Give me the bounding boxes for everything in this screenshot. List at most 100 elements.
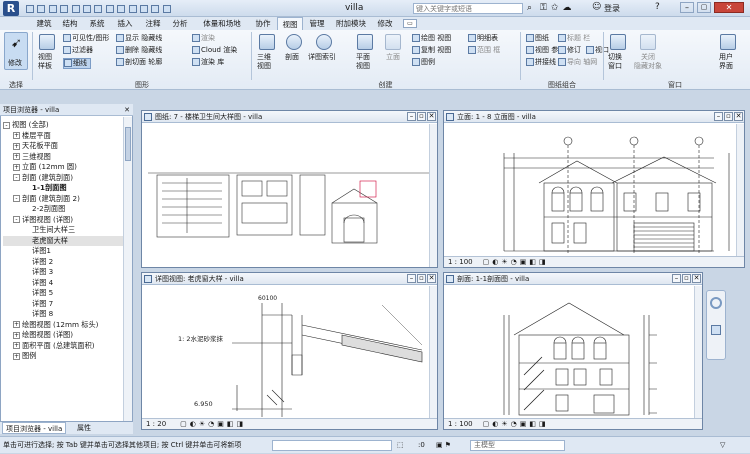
- view-control-bar[interactable]: 1 : 20 ▢◐☀◔▣◧◨: [142, 418, 437, 429]
- callout-icon[interactable]: [316, 34, 332, 50]
- view-scrollbar[interactable]: [694, 286, 702, 418]
- tab-view[interactable]: 视图: [277, 17, 303, 30]
- section-icon[interactable]: [286, 34, 302, 50]
- drafting-view-button[interactable]: 绘图 视图: [412, 34, 451, 43]
- status-icons[interactable]: ▣⚑: [436, 437, 453, 454]
- view-control-bar[interactable]: 1 : 100 ▢◐☀◔▣◧◨: [444, 256, 744, 267]
- zoom-icon[interactable]: [711, 325, 721, 335]
- tab-add-ins[interactable]: 附加模块: [331, 17, 371, 30]
- view-scrollbar[interactable]: [736, 124, 744, 256]
- tab-structure[interactable]: 结构: [58, 17, 82, 30]
- switch-windows-button[interactable]: 切换 窗口: [608, 53, 622, 71]
- close-button[interactable]: ✕: [692, 274, 701, 283]
- browser-scrollbar[interactable]: [123, 117, 132, 421]
- tab-insert[interactable]: 插入: [113, 17, 137, 30]
- tab-analyze[interactable]: 分析: [168, 17, 192, 30]
- tree-item[interactable]: 卫生间大样三: [3, 225, 123, 236]
- minimize-button[interactable]: –: [714, 112, 723, 121]
- tree-item[interactable]: 详图 8: [3, 309, 123, 320]
- view-section-1-1[interactable]: 剖面: 1-1剖面图 - villa – ▫ ✕ 1 : 100 ▢◐☀◔▣◧◨: [443, 272, 703, 430]
- close-hidden-button[interactable]: 关闭 隐藏对象: [634, 53, 662, 71]
- tree-item[interactable]: - 剖面 (建筑剖面 2): [3, 194, 123, 205]
- tree-item[interactable]: + 图例: [3, 351, 123, 362]
- elevation-button[interactable]: 立面: [386, 53, 400, 62]
- view-scale[interactable]: 1 : 100: [448, 258, 473, 266]
- remove-hidden-lines-button[interactable]: 删除 隐藏线: [116, 46, 162, 55]
- duplicate-view-button[interactable]: 复制 视图: [412, 46, 451, 55]
- visibility-graphics-button[interactable]: 可见性/图形: [63, 34, 109, 43]
- save-icon[interactable]: [37, 5, 46, 13]
- help-infocenter-icons[interactable]: ⚿✩☁: [540, 3, 575, 13]
- tree-item[interactable]: 详图1: [3, 246, 123, 257]
- close-button[interactable]: ✕: [427, 112, 436, 121]
- tree-item[interactable]: + 三维视图: [3, 152, 123, 163]
- scroll-thumb[interactable]: [125, 127, 131, 161]
- callout-button[interactable]: 详图索引: [308, 53, 336, 62]
- minimize-button[interactable]: –: [407, 112, 416, 121]
- cloud-render-button[interactable]: Cloud 渲染: [192, 46, 237, 55]
- switch-windows-icon[interactable]: [162, 5, 171, 13]
- close-button[interactable]: ✕: [714, 2, 744, 13]
- expand-toggle-icon[interactable]: -: [13, 195, 20, 202]
- tree-item[interactable]: 老虎窗大样: [3, 235, 123, 246]
- legends-button[interactable]: 图例: [412, 58, 435, 67]
- tree-item[interactable]: + 楼层平面: [3, 131, 123, 142]
- user-interface-icon[interactable]: [720, 34, 736, 50]
- elevation-icon[interactable]: [385, 34, 401, 50]
- undo-icon[interactable]: [48, 5, 57, 13]
- view-control-bar[interactable]: 1 : 100 ▢◐☀◔▣◧◨: [444, 418, 702, 429]
- close-button[interactable]: ✕: [427, 274, 436, 283]
- restore-button[interactable]: ▫: [682, 274, 691, 283]
- steering-wheel-icon[interactable]: [710, 297, 722, 309]
- tree-item[interactable]: 详图 5: [3, 288, 123, 299]
- expand-toggle-icon[interactable]: +: [13, 153, 20, 160]
- restore-button[interactable]: ▫: [417, 274, 426, 283]
- tree-item[interactable]: + 面积平面 (总建筑面积): [3, 341, 123, 352]
- close-button[interactable]: ✕: [734, 112, 743, 121]
- search-icon[interactable]: ⌕: [527, 3, 532, 13]
- revit-logo[interactable]: R: [3, 1, 19, 16]
- expand-toggle-icon[interactable]: +: [13, 132, 20, 139]
- minimize-button[interactable]: –: [672, 274, 681, 283]
- thin-lines-button[interactable]: 细线: [63, 58, 91, 69]
- 3d-view-icon[interactable]: [117, 5, 126, 13]
- dimension-icon[interactable]: [94, 5, 103, 13]
- tree-item[interactable]: - 详图视图 (详图): [3, 215, 123, 226]
- section-button[interactable]: 剖面: [285, 53, 299, 62]
- tree-item[interactable]: + 天花板平面: [3, 141, 123, 152]
- title-block-button[interactable]: 标题 栏: [558, 34, 590, 43]
- tab-project-browser[interactable]: 项目浏览器 - villa: [2, 422, 67, 434]
- render-gallery-button[interactable]: 渲染 库: [192, 58, 224, 67]
- plan-view-icon[interactable]: [357, 34, 373, 50]
- tree-item[interactable]: + 绘图视图 (12mm 标头): [3, 320, 123, 331]
- plan-view-button[interactable]: 平面 视图: [356, 53, 370, 71]
- tree-item[interactable]: + 绘图视图 (详图): [3, 330, 123, 341]
- scope-box-button[interactable]: 范围 框: [468, 46, 500, 55]
- measure-icon[interactable]: [82, 5, 91, 13]
- close-icon[interactable]: ✕: [124, 104, 130, 116]
- tree-item[interactable]: 详图 7: [3, 299, 123, 310]
- restore-button[interactable]: ▫: [724, 112, 733, 121]
- design-option-dropdown[interactable]: 主模型: [470, 440, 565, 451]
- view-sheet-stair-bathroom[interactable]: 图纸: 7 - 楼梯卫生间大样图 - villa – ▫ ✕: [141, 110, 438, 268]
- expand-toggle-icon[interactable]: -: [3, 121, 10, 129]
- tree-item[interactable]: 1-1剖面图: [3, 183, 123, 194]
- close-hidden-icon[interactable]: [640, 34, 656, 50]
- expand-toggle-icon[interactable]: +: [13, 321, 20, 328]
- expand-toggle-icon[interactable]: -: [13, 216, 20, 223]
- tab-annotate[interactable]: 注释: [141, 17, 165, 30]
- switch-windows-icon[interactable]: [610, 34, 626, 50]
- open-icon[interactable]: [26, 5, 34, 13]
- expand-toggle-icon[interactable]: +: [13, 163, 20, 171]
- expand-toggle-icon[interactable]: -: [13, 174, 20, 181]
- viewports-button[interactable]: 视口: [586, 46, 609, 55]
- minimize-button[interactable]: –: [680, 2, 694, 13]
- tree-item[interactable]: - 视图 (全部): [3, 120, 123, 131]
- tab-collaborate[interactable]: 协作: [250, 17, 276, 30]
- modify-button[interactable]: ➹ 修改: [4, 32, 28, 70]
- view-control-icons[interactable]: ▢◐☀◔▣◧◨: [483, 258, 549, 266]
- tab-modify[interactable]: 修改: [373, 17, 397, 30]
- login-button[interactable]: 登录: [604, 3, 620, 14]
- selection-icon[interactable]: ⬚: [397, 437, 404, 454]
- 3d-view-button[interactable]: 三维 视图: [257, 53, 271, 71]
